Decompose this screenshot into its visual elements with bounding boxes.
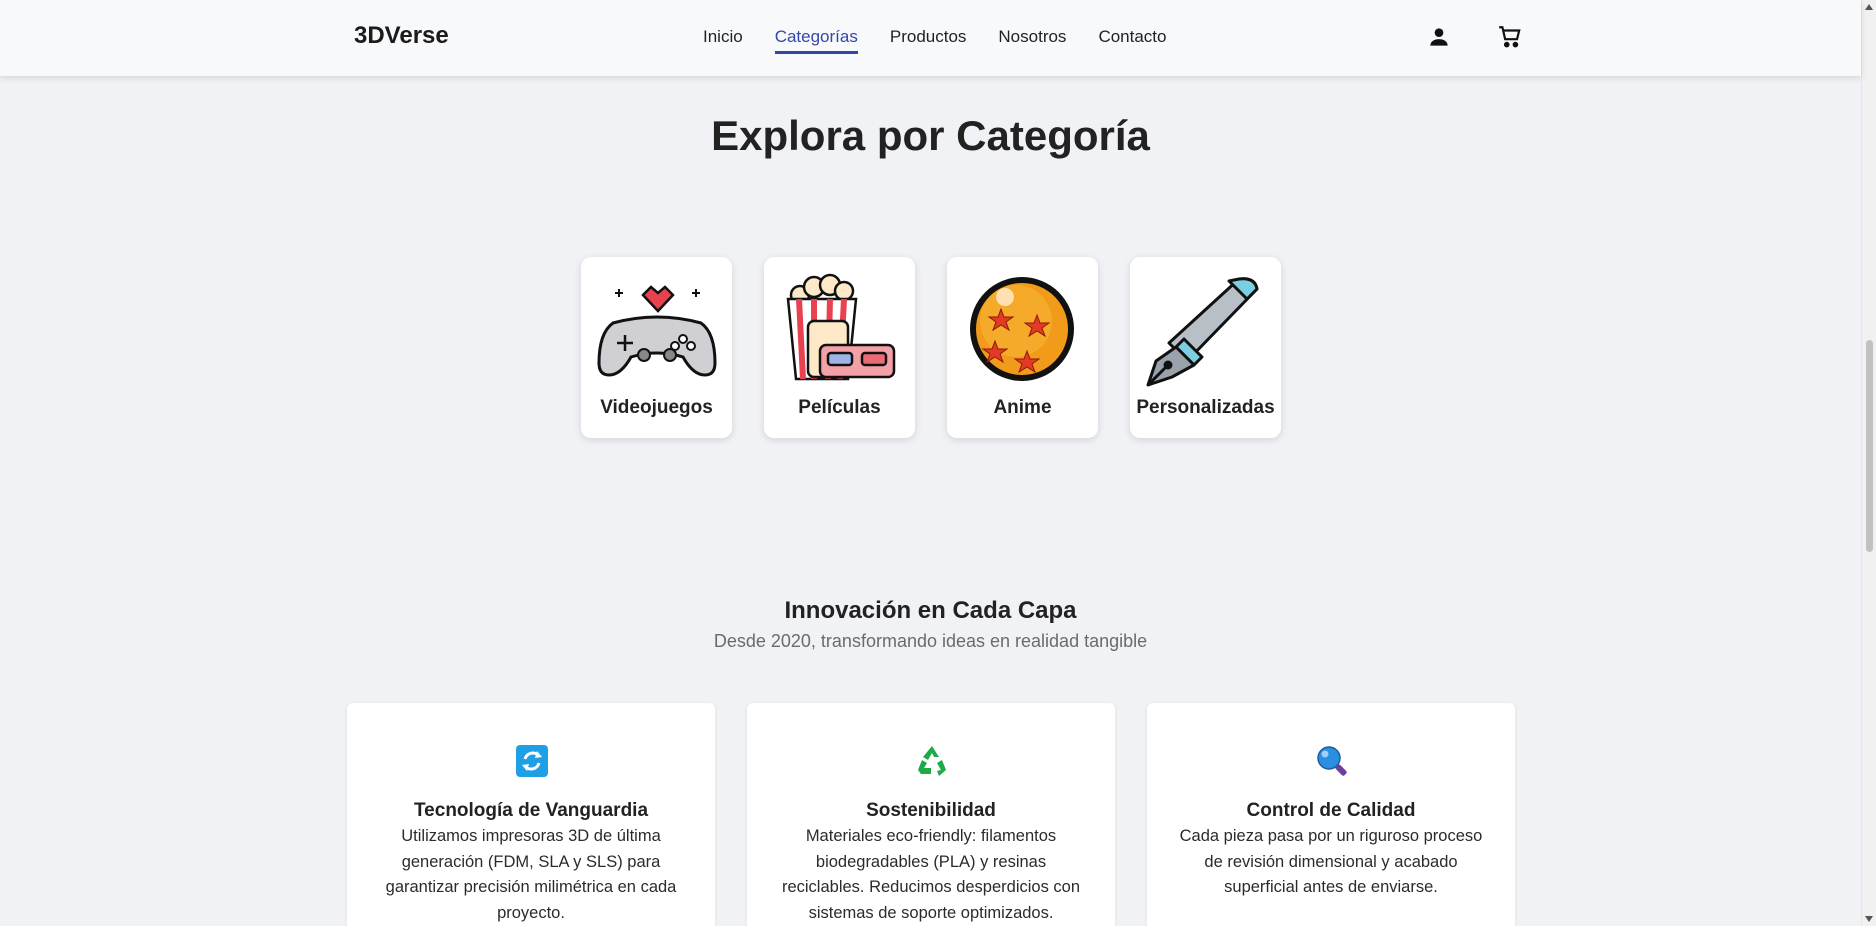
pen-icon [1146, 277, 1259, 387]
category-card-anime[interactable]: Anime [947, 257, 1098, 438]
feature-description: Cada pieza pasa por un riguroso proceso … [1179, 827, 1483, 896]
category-card-videojuegos[interactable]: Videojuegos [581, 257, 732, 438]
nav-productos[interactable]: Productos [890, 27, 967, 54]
scroll-up-arrow-icon[interactable] [1865, 4, 1873, 10]
magnifier-icon [1317, 746, 1347, 776]
scrollbar-thumb[interactable] [1866, 340, 1873, 552]
categories-heading: Explora por Categoría [711, 112, 1150, 159]
feature-card-tecnologia: Tecnología de Vanguardia Utilizamos impr… [347, 703, 715, 926]
nav-categorias[interactable]: Categorías [774, 27, 858, 54]
category-label: Anime [993, 397, 1052, 418]
cart-icon[interactable] [1497, 24, 1523, 50]
innovation-heading: Innovación en Cada Capa [784, 597, 1077, 624]
category-card-peliculas[interactable]: Películas [764, 257, 915, 438]
dragon-ball-icon [970, 277, 1074, 381]
category-card-personalizadas[interactable]: Personalizadas [1130, 257, 1281, 438]
nav-links: Inicio Categorías Productos Nosotros Con… [703, 27, 1198, 54]
refresh-icon [516, 745, 548, 777]
page-scrollbar[interactable] [1861, 0, 1876, 926]
category-label: Videojuegos [600, 397, 713, 418]
navbar: 3DVerse Inicio Categorías Productos Noso… [0, 0, 1861, 76]
feature-title: Tecnología de Vanguardia [413, 800, 649, 821]
nav-nosotros[interactable]: Nosotros [998, 27, 1066, 54]
brand-logo[interactable]: 3DVerse [354, 22, 449, 50]
feature-title: Control de Calidad [1246, 800, 1416, 821]
nav-inicio[interactable]: Inicio [703, 27, 743, 54]
user-icon[interactable] [1426, 24, 1452, 50]
popcorn-icon [786, 273, 896, 381]
feature-card-sostenibilidad: Sostenibilidad Materiales eco-friendly: … [747, 703, 1115, 926]
feature-description: Utilizamos impresoras 3D de última gener… [385, 827, 677, 922]
scroll-down-arrow-icon[interactable] [1865, 916, 1873, 922]
gamepad-icon [597, 285, 717, 377]
feature-title: Sostenibilidad [866, 800, 996, 821]
innovation-subtitle: Desde 2020, transformando ideas en reali… [713, 631, 1148, 651]
category-label: Películas [798, 397, 881, 418]
feature-description: Materiales eco-friendly: filamentos biod… [781, 827, 1081, 922]
category-label: Personalizadas [1136, 397, 1275, 418]
nav-contacto[interactable]: Contacto [1098, 27, 1166, 54]
recycle-icon [918, 746, 946, 776]
feature-card-calidad: Control de Calidad Cada pieza pasa por u… [1147, 703, 1515, 926]
